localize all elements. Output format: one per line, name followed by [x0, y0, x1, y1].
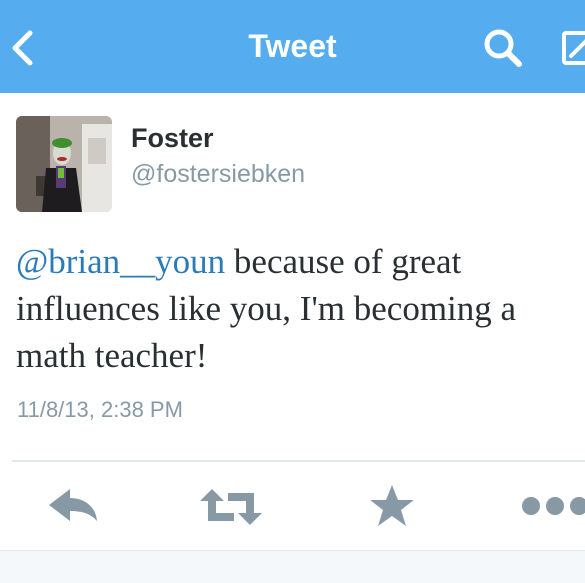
favorite-star-icon — [370, 485, 414, 526]
tweet-text-line: @brian__youn because of great — [16, 238, 581, 285]
avatar-photo — [16, 116, 112, 212]
retweet-button[interactable] — [200, 486, 262, 528]
tweet-text-line: math teacher! — [16, 336, 208, 375]
avatar[interactable] — [16, 116, 112, 212]
mention-link[interactable]: @brian__youn — [16, 242, 225, 281]
compose-button[interactable] — [561, 26, 585, 68]
search-button[interactable] — [482, 27, 524, 69]
bottom-panel — [0, 550, 585, 583]
more-dots-icon — [522, 497, 585, 515]
author-handle: @fostersiebken — [131, 160, 306, 188]
navigation-bar: Tweet — [0, 0, 585, 93]
reply-icon — [49, 489, 97, 521]
tweet-text-segment: because of great — [225, 242, 462, 281]
favorite-button[interactable] — [369, 484, 415, 528]
search-icon — [484, 29, 522, 67]
author-name[interactable]: Foster — [131, 123, 214, 154]
tweet-text-line: influences like you, I'm becoming a — [16, 289, 517, 328]
more-button[interactable] — [520, 494, 585, 518]
compose-icon — [562, 31, 585, 65]
reply-button[interactable] — [46, 484, 100, 526]
chevron-left-icon — [12, 30, 33, 66]
tweet-text: @brian__youn because of great influences… — [16, 238, 581, 379]
timestamp: 11/8/13, 2:38 PM — [17, 397, 183, 422]
retweet-icon — [200, 489, 262, 525]
divider — [12, 460, 585, 462]
back-button[interactable] — [6, 28, 42, 68]
